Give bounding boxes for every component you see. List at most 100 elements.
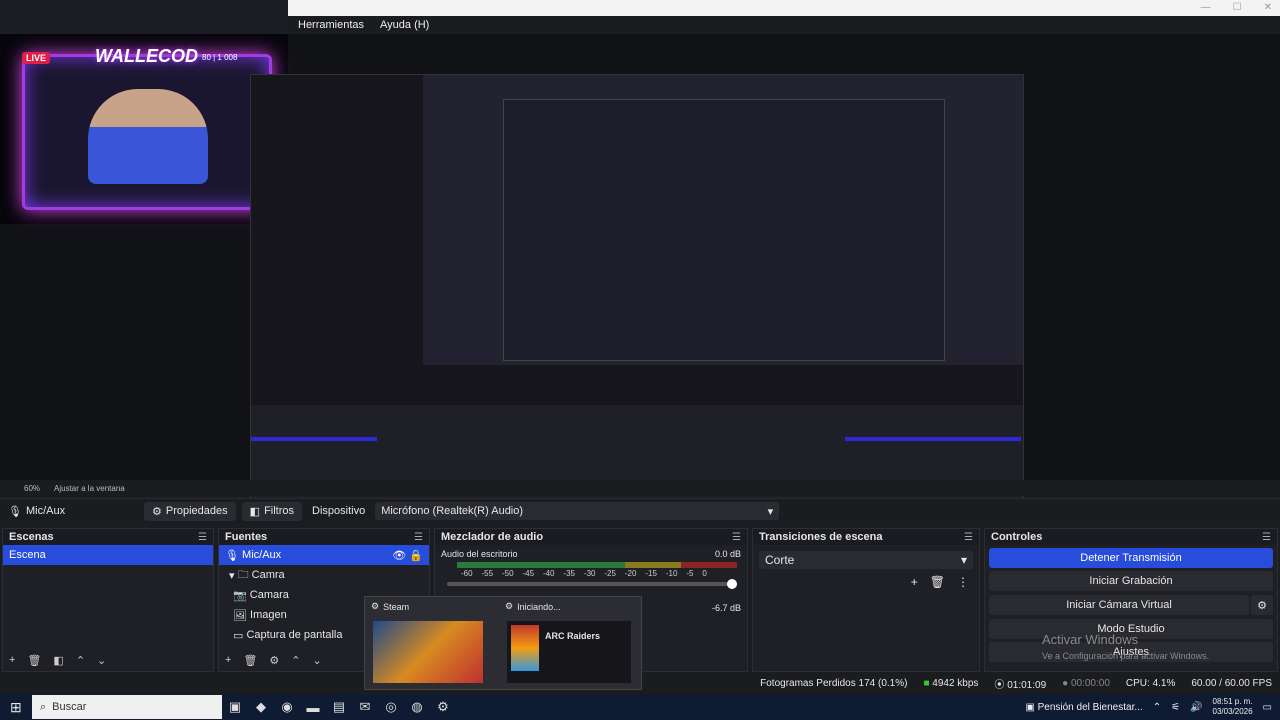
volume-slider[interactable]	[447, 579, 737, 589]
steam-icon: ⚙	[505, 601, 514, 611]
chevron-down-icon: ▾	[767, 505, 774, 518]
source-label: Camara	[249, 589, 289, 601]
rec-time-value: 00:00:00	[1070, 677, 1110, 689]
filters-label: Filtros	[264, 505, 295, 517]
move-down-icon[interactable]: ⌄	[97, 654, 106, 667]
move-down-icon[interactable]: ⌄	[313, 654, 322, 667]
taskbar-clock[interactable]: 08:51 p. m. 03/03/2026	[1213, 697, 1253, 717]
chrome-icon[interactable]: ◎	[378, 699, 404, 715]
store-icon[interactable]: ▤	[326, 699, 352, 715]
mail-icon[interactable]: ✉	[352, 699, 378, 715]
slider-handle[interactable]	[727, 579, 737, 589]
record-icon: ●	[1062, 677, 1071, 689]
start-recording-button[interactable]: Iniciar Grabación	[989, 571, 1273, 591]
tray-app[interactable]: ▣ Pensión del Bienestar...	[1025, 702, 1142, 713]
webcam-overlay: LIVE WALLECOD 80 | 1 008	[0, 34, 288, 224]
menu-herramientas[interactable]: Herramientas	[298, 19, 364, 31]
move-up-icon[interactable]: ⌃	[291, 654, 300, 667]
rec-time: ● 00:00:00	[1062, 678, 1110, 689]
edge-icon[interactable]: ◉	[274, 699, 300, 715]
track-name: Audio del escritorio	[441, 549, 518, 559]
stream-time: ⦿ 01:01:09	[994, 676, 1046, 691]
obs-icon[interactable]: ◍	[404, 699, 430, 715]
camera-icon: 📷	[233, 589, 250, 602]
source-item-group[interactable]: ▾ 🗀 Camra	[219, 565, 429, 585]
dock-menu-icon[interactable]: ☰	[1262, 532, 1271, 543]
virtual-cam-settings-gear-icon[interactable]: ⚙	[1251, 595, 1273, 615]
dropped-frames: Fotogramas Perdidos 174 (0.1%)	[760, 677, 908, 689]
chevron-up-icon[interactable]: ⌃	[1153, 702, 1161, 713]
scene-item[interactable]: Escena	[3, 545, 213, 565]
add-icon[interactable]: +	[9, 654, 15, 667]
close-icon[interactable]: ✕	[1264, 2, 1272, 13]
trash-icon[interactable]: 🗑	[243, 654, 257, 667]
dock-menu-icon[interactable]: ☰	[732, 532, 741, 543]
search-icon: ⌕	[40, 700, 47, 713]
taskbar-search[interactable]: ⌕ Buscar	[32, 695, 222, 719]
steam-window-thumbnail[interactable]	[373, 621, 483, 683]
eye-icon[interactable]: 👁 🔒	[392, 549, 423, 562]
file-explorer-icon[interactable]: ▬	[300, 700, 326, 715]
transition-select[interactable]: Corte ▾	[759, 551, 973, 569]
more-icon[interactable]: ⋮	[957, 575, 969, 589]
preview-canvas[interactable]: LIVE WALLECOD 80 | 1 008	[0, 34, 1280, 516]
task-view-icon[interactable]: ▣	[222, 699, 248, 715]
mixer-header: Mezclador de audio ☰	[435, 529, 747, 545]
fit-window-select[interactable]: Ajustar a la ventana	[54, 484, 125, 493]
scale-tick: -5	[686, 569, 694, 578]
scale-tick: -30	[583, 569, 596, 578]
game-launch-thumbnail[interactable]: ARC Raiders	[507, 621, 631, 683]
filters-button[interactable]: ◧ Filtros	[241, 501, 303, 521]
chevron-down-icon: ▾	[960, 553, 967, 567]
add-icon[interactable]: +	[225, 654, 231, 667]
steam-icon: ⚙	[371, 601, 380, 611]
scale-tick: -55	[481, 569, 494, 578]
properties-button[interactable]: ⚙ Propiedades	[144, 501, 236, 521]
microphone-icon: 🎙	[8, 505, 22, 518]
mixer-title: Mezclador de audio	[441, 531, 544, 543]
clock-date: 03/03/2026	[1212, 707, 1253, 716]
search-placeholder: Buscar	[52, 701, 87, 713]
filter-icon[interactable]: ◧	[53, 654, 63, 667]
gear-icon[interactable]: ⚙	[269, 654, 279, 667]
gear-icon: ⚙	[152, 505, 162, 518]
move-up-icon[interactable]: ⌃	[76, 654, 85, 667]
dock-menu-icon[interactable]: ☰	[198, 532, 207, 543]
start-virtual-cam-button[interactable]: Iniciar Cámara Virtual	[989, 595, 1249, 615]
popup-right-title: ⚙ Iniciando...	[505, 601, 561, 612]
microphone-icon: 🎙	[225, 549, 243, 562]
preview-zoom-row: 60% Ajustar a la ventana	[0, 480, 1280, 496]
add-icon[interactable]: +	[911, 575, 918, 589]
obs-title-bar: — ☐ ✕	[288, 0, 1280, 16]
network-icon[interactable]: ⚟	[1171, 702, 1180, 713]
dock-menu-icon[interactable]: ☰	[414, 532, 423, 543]
expand-icon[interactable]: ▾	[229, 569, 238, 582]
source-item-mic[interactable]: 🎙 Mic/Aux 👁 🔒	[219, 545, 429, 565]
copilot-icon[interactable]: ◆	[248, 699, 274, 715]
zoom-level[interactable]: 60%	[24, 484, 40, 493]
minimize-icon[interactable]: —	[1201, 2, 1211, 13]
notifications-icon[interactable]: ▭	[1263, 702, 1272, 713]
virtual-cam-row: Iniciar Cámara Virtual ⚙	[985, 592, 1277, 616]
volume-icon[interactable]: 🔊	[1190, 702, 1202, 713]
popup-right-label: Iniciando...	[517, 601, 561, 612]
dock-menu-icon[interactable]: ☰	[964, 532, 973, 543]
windows-start-icon[interactable]: ⊞	[10, 699, 22, 716]
trash-icon[interactable]: 🗑	[27, 654, 41, 667]
stream-icon: ⦿	[994, 679, 1008, 691]
device-value: Micrófono (Realtek(R) Audio)	[381, 505, 524, 517]
selected-source-name: Mic/Aux	[26, 505, 66, 517]
steam-taskbar-icon[interactable]: ⚙	[430, 699, 456, 715]
meter-scale: -60 -55 -50 -45 -40 -35 -30 -25 -20 -15 …	[461, 569, 707, 578]
sources-header: Fuentes ☰	[219, 529, 429, 545]
stop-stream-button[interactable]: Detener Transmisión	[989, 548, 1273, 568]
device-select[interactable]: Micrófono (Realtek(R) Audio) ▾	[375, 502, 780, 520]
menu-ayuda[interactable]: Ayuda (H)	[380, 19, 429, 31]
filter-icon: ◧	[249, 505, 261, 518]
recursive-scene-highlight	[251, 437, 377, 441]
recursive-preview-level2	[423, 75, 1023, 365]
bitrate: ■ 4942 kbps	[923, 678, 978, 689]
maximize-icon[interactable]: ☐	[1233, 2, 1242, 13]
tray-app-label: Pensión del Bienestar...	[1037, 701, 1143, 713]
trash-icon[interactable]: 🗑	[930, 575, 945, 589]
